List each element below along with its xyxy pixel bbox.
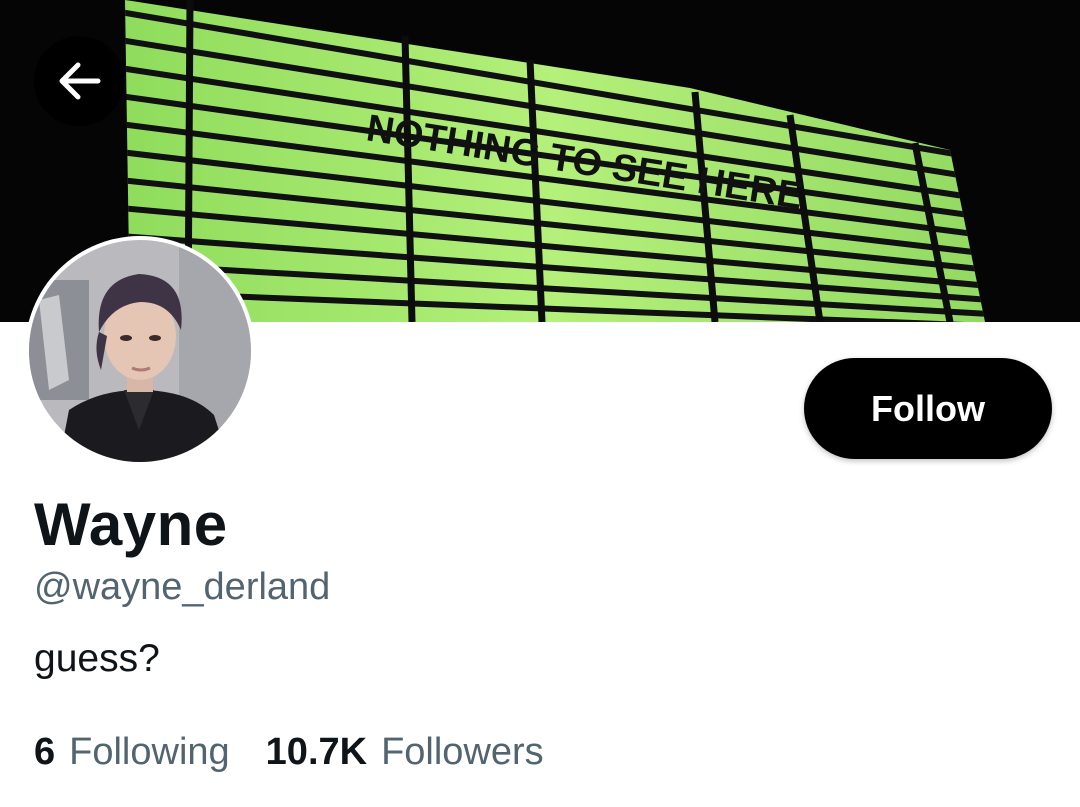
following-label: Following: [69, 731, 230, 773]
arrow-left-icon: [59, 62, 101, 100]
avatar-image: [29, 240, 251, 462]
followers-label: Followers: [381, 731, 544, 773]
profile-stats: 6 Following 10.7K Followers: [34, 731, 544, 774]
follow-button[interactable]: Follow: [804, 358, 1052, 459]
avatar[interactable]: [25, 236, 255, 466]
display-name: Wayne: [34, 491, 228, 558]
followers-link[interactable]: 10.7K Followers: [266, 731, 544, 774]
followers-count: 10.7K: [265, 731, 368, 773]
following-count: 6: [34, 731, 56, 773]
back-button[interactable]: [34, 36, 124, 126]
profile-page: NOTHING TO SEE HERE Follow Wayne @wayne_…: [0, 0, 1080, 807]
following-link[interactable]: 6 Following: [34, 731, 230, 774]
profile-bio: guess?: [34, 637, 160, 680]
user-handle: @wayne_derland: [34, 566, 331, 608]
